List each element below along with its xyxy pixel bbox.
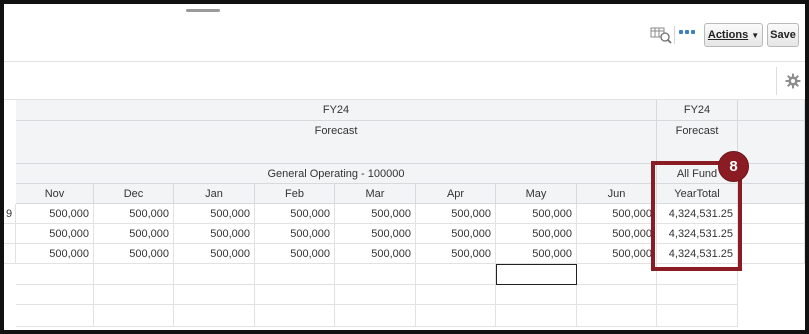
- column-header-jun[interactable]: Jun: [577, 184, 657, 204]
- data-cell[interactable]: 500,000: [416, 204, 496, 224]
- data-cell[interactable]: 500,000: [16, 244, 94, 264]
- actions-label: Actions: [707, 29, 749, 41]
- data-cell[interactable]: 500,000: [174, 204, 255, 224]
- empty-cell[interactable]: [657, 264, 738, 285]
- data-cell[interactable]: 500,000: [496, 224, 577, 244]
- secondary-toolbar: [4, 62, 805, 100]
- column-header-mar[interactable]: Mar: [335, 184, 416, 204]
- data-cell[interactable]: 500,000: [255, 244, 335, 264]
- selected-cell[interactable]: [496, 264, 577, 285]
- empty-cell[interactable]: [94, 264, 174, 285]
- partial-cell: 9: [4, 204, 16, 224]
- column-header-yeartotal[interactable]: YearTotal: [657, 184, 738, 204]
- pov-entity-header: General Operating - 100000: [16, 164, 657, 184]
- data-cell[interactable]: 500,000: [174, 224, 255, 244]
- app-frame: Actions ▼ Save FY24 FY24 Forecast Foreca…: [0, 0, 809, 334]
- actions-button[interactable]: Actions ▼: [704, 23, 763, 47]
- data-cell[interactable]: 500,000: [174, 244, 255, 264]
- column-header-dec[interactable]: Dec: [94, 184, 174, 204]
- empty-cell[interactable]: [416, 264, 496, 285]
- data-cell[interactable]: 500,000: [416, 244, 496, 264]
- chevron-down-icon: ▼: [751, 30, 760, 40]
- empty-cell[interactable]: [255, 285, 335, 305]
- top-toolbar: Actions ▼ Save: [4, 4, 805, 62]
- empty-cell[interactable]: [738, 224, 805, 244]
- column-header-jan[interactable]: Jan: [174, 184, 255, 204]
- empty-cell[interactable]: [657, 285, 738, 305]
- data-cell[interactable]: 500,000: [577, 244, 657, 264]
- subbar-separator: [776, 67, 777, 95]
- data-cell-yeartotal[interactable]: 4,324,531.25: [657, 244, 738, 264]
- empty-cell[interactable]: [416, 305, 496, 327]
- data-cell[interactable]: 500,000: [94, 244, 174, 264]
- empty-cell[interactable]: [496, 305, 577, 327]
- empty-cell[interactable]: [255, 264, 335, 285]
- data-cell[interactable]: 500,000: [416, 224, 496, 244]
- pov-year-total-header: FY24: [657, 100, 738, 121]
- data-cell[interactable]: 500,000: [94, 224, 174, 244]
- header-filler: [738, 184, 805, 204]
- gear-icon[interactable]: [784, 72, 802, 90]
- data-cell[interactable]: 500,000: [496, 244, 577, 264]
- data-cell[interactable]: 500,000: [577, 224, 657, 244]
- empty-cell[interactable]: [335, 285, 416, 305]
- data-cell-yeartotal[interactable]: 4,324,531.25: [657, 224, 738, 244]
- data-cell[interactable]: 500,000: [94, 204, 174, 224]
- empty-cell[interactable]: [174, 264, 255, 285]
- empty-cell[interactable]: [496, 285, 577, 305]
- empty-cell[interactable]: [335, 264, 416, 285]
- pov-scenario-header: Forecast: [16, 121, 657, 164]
- header-filler: [738, 100, 805, 121]
- empty-cell[interactable]: [577, 264, 657, 285]
- data-cell[interactable]: 500,000: [577, 204, 657, 224]
- data-cell[interactable]: 500,000: [16, 224, 94, 244]
- data-cell[interactable]: 500,000: [335, 244, 416, 264]
- callout-number-badge: 8: [718, 151, 749, 182]
- data-cell-yeartotal[interactable]: 4,324,531.25: [657, 204, 738, 224]
- search-grid-icon[interactable]: [650, 25, 672, 45]
- empty-cell[interactable]: [657, 305, 738, 327]
- empty-cell[interactable]: [738, 204, 805, 224]
- empty-cell[interactable]: [94, 285, 174, 305]
- data-cell[interactable]: 500,000: [335, 204, 416, 224]
- empty-cell[interactable]: [174, 285, 255, 305]
- data-cell[interactable]: 500,000: [496, 204, 577, 224]
- empty-cell[interactable]: [16, 264, 94, 285]
- empty-cell[interactable]: [335, 305, 416, 327]
- pov-year-header: FY24: [16, 100, 657, 121]
- more-dots-icon[interactable]: [679, 30, 695, 34]
- data-cell[interactable]: 500,000: [335, 224, 416, 244]
- partial-cell: [4, 244, 16, 264]
- toolbar-separator: [674, 26, 675, 44]
- data-cell[interactable]: 500,000: [255, 204, 335, 224]
- column-header-may[interactable]: May: [496, 184, 577, 204]
- empty-cell[interactable]: [16, 285, 94, 305]
- data-grid: FY24 FY24 Forecast Forecast General Oper…: [4, 100, 805, 330]
- empty-cell[interactable]: [577, 305, 657, 327]
- partial-cell: [4, 224, 16, 244]
- empty-cell[interactable]: [16, 305, 94, 327]
- data-cell[interactable]: 500,000: [16, 204, 94, 224]
- empty-cell[interactable]: [738, 244, 805, 264]
- empty-cell[interactable]: [416, 285, 496, 305]
- data-cell[interactable]: 500,000: [255, 224, 335, 244]
- column-header-apr[interactable]: Apr: [416, 184, 496, 204]
- header-filler: [738, 121, 805, 164]
- empty-cell[interactable]: [174, 305, 255, 327]
- column-header-feb[interactable]: Feb: [255, 184, 335, 204]
- column-header-nov[interactable]: Nov: [16, 184, 94, 204]
- save-button[interactable]: Save: [767, 23, 799, 47]
- empty-cell[interactable]: [94, 305, 174, 327]
- empty-cell[interactable]: [255, 305, 335, 327]
- empty-cell[interactable]: [577, 285, 657, 305]
